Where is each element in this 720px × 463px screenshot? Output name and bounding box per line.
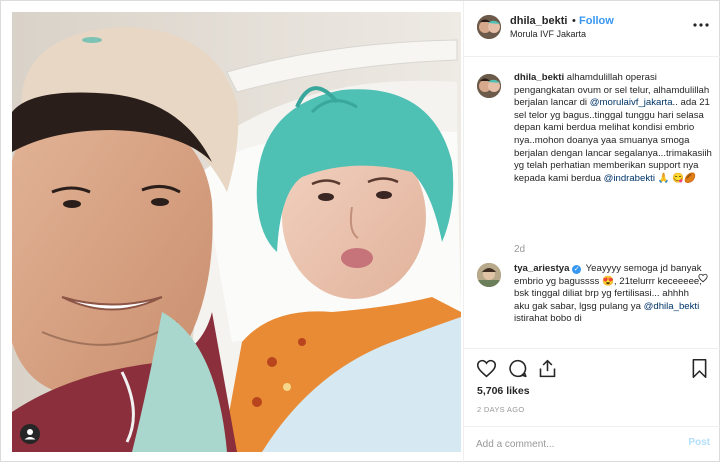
comment-icon[interactable]	[507, 358, 528, 379]
caption-mention-link[interactable]: @morulaivf_jakarta	[590, 97, 673, 108]
instagram-post: dhila_bekti • Follow Morula IVF Jakarta	[0, 0, 720, 463]
comment-like-heart-icon[interactable]	[698, 270, 708, 283]
follow-button[interactable]: Follow	[579, 15, 614, 27]
heart-icon[interactable]	[476, 358, 497, 379]
comment-mention-link[interactable]: @dhila_bekti	[644, 301, 700, 312]
caption-mention-link[interactable]: @indrabekti	[604, 173, 655, 184]
comment-item: tya_ariestya ✓ Yeayyyy semoga jd banyak …	[514, 263, 704, 326]
caption-username[interactable]: dhila_bekti	[514, 72, 564, 83]
caption-emoji: 😋🏉	[672, 172, 697, 184]
location-link[interactable]: Morula IVF Jakarta	[510, 29, 586, 39]
header-separator: •	[572, 15, 576, 27]
pray-emoji: 🙏	[657, 172, 670, 184]
comments-section[interactable]: dhila_bekti alhamdulillah operasi pengan…	[464, 58, 720, 348]
header-username[interactable]: dhila_bekti	[510, 15, 567, 27]
post-photo[interactable]	[12, 12, 461, 452]
caption-time[interactable]: 2d	[514, 244, 525, 255]
selfie-image	[12, 12, 461, 452]
caption-text: .. ada 21 sel telor yg bagus..tinggal tu…	[514, 97, 712, 184]
post-side-panel: dhila_bekti • Follow Morula IVF Jakarta	[463, 1, 720, 463]
user-tag-icon[interactable]	[20, 424, 40, 444]
add-comment-input[interactable]	[476, 435, 676, 453]
likes-count[interactable]: 5,706 likes	[477, 385, 530, 397]
post-comment-button[interactable]: Post	[688, 437, 710, 448]
comment-text: istirahat bobo di	[514, 313, 582, 325]
avatar[interactable]	[477, 15, 501, 39]
share-icon[interactable]	[537, 358, 558, 379]
bookmark-icon[interactable]	[689, 358, 710, 379]
add-comment-bar: Post	[464, 426, 720, 463]
post-header: dhila_bekti • Follow Morula IVF Jakarta	[464, 1, 720, 57]
verified-badge-icon: ✓	[572, 265, 582, 274]
more-options-icon[interactable]	[692, 18, 710, 30]
avatar[interactable]	[477, 263, 501, 287]
comment-username[interactable]: tya_ariestya	[514, 263, 569, 274]
avatar[interactable]	[477, 74, 501, 98]
post-date[interactable]: 2 DAYS AGO	[477, 405, 524, 414]
post-caption: dhila_bekti alhamdulillah operasi pengan…	[514, 72, 714, 185]
post-actions: 5,706 likes 2 DAYS AGO	[464, 348, 720, 418]
